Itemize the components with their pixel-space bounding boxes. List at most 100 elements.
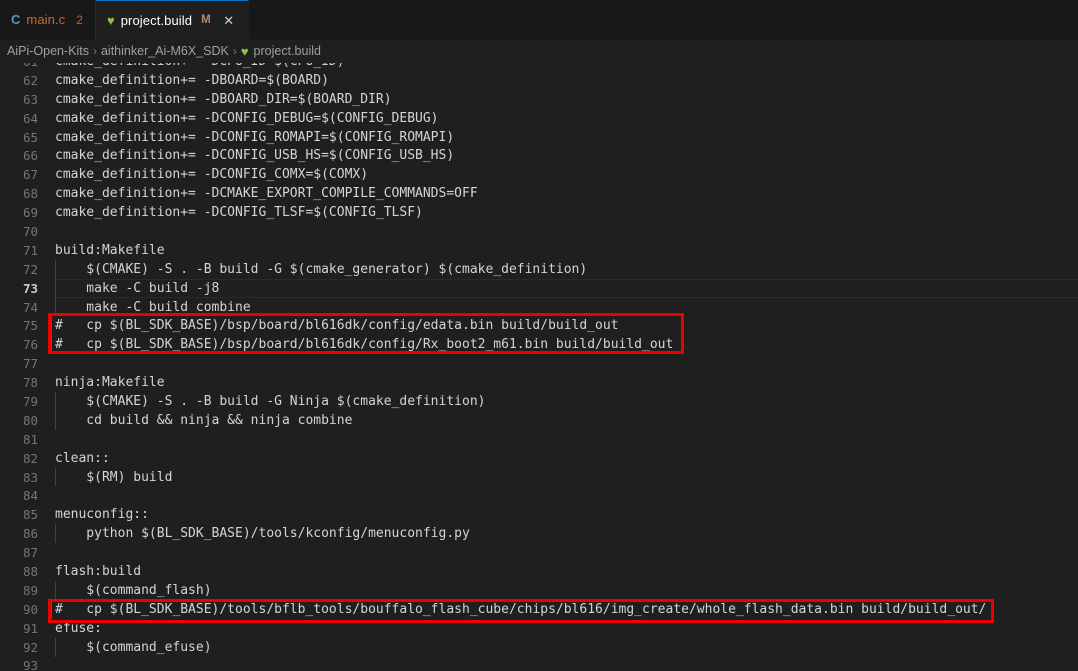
- code-text: $(command_efuse): [55, 639, 212, 655]
- code-line[interactable]: 78 ninja:Makefile: [0, 373, 1078, 392]
- line-number: 84: [22, 488, 38, 504]
- c-file-icon: C: [11, 12, 21, 27]
- code-line[interactable]: 63 cmake_definition+= -DBOARD_DIR=$(BOARD…: [0, 90, 1078, 109]
- line-number: 81: [22, 431, 38, 447]
- code-line[interactable]: 75 # cp $(BL_SDK_BASE)/bsp/board/bl616dk/…: [0, 316, 1078, 336]
- tab-main-c[interactable]: C main.c 2: [0, 0, 96, 39]
- code-line[interactable]: 84: [0, 486, 1078, 505]
- line-number: 87: [22, 545, 38, 561]
- code-line[interactable]: 73 make -C build -j8: [0, 278, 1078, 298]
- code-text: python $(BL_SDK_BASE)/tools/kconfig/menu…: [55, 526, 470, 542]
- line-number: 71: [22, 242, 38, 258]
- line-number: 63: [22, 91, 38, 107]
- code-line[interactable]: 71 build:Makefile: [0, 241, 1078, 260]
- code-line[interactable]: 82 clean::: [0, 449, 1078, 468]
- build-file-icon: ♥: [240, 43, 249, 59]
- code-line[interactable]: 61cmake_definition+= -DCPU_ID=$(CPU_ID): [0, 63, 1078, 71]
- line-number: 75: [22, 318, 38, 334]
- code-line[interactable]: 77: [0, 354, 1078, 373]
- line-number: 69: [22, 205, 38, 221]
- line-number: 88: [22, 563, 38, 579]
- code-line[interactable]: 79 $(CMAKE) -S . -B build -G Ninja $(cma…: [0, 392, 1078, 411]
- vscode-editor-window: C main.c 2 ♥ project.build M ✕ AiPi-Open…: [0, 0, 1078, 671]
- line-number: 79: [22, 393, 38, 409]
- line-number: 86: [22, 526, 38, 542]
- code-text: cmake_definition+= -DCONFIG_COMX=$(COMX): [55, 167, 369, 183]
- breadcrumb-item-root[interactable]: AiPi-Open-Kits: [4, 44, 92, 58]
- code-line[interactable]: 87: [0, 543, 1078, 562]
- line-number: 66: [22, 148, 38, 164]
- line-number: 68: [22, 186, 38, 202]
- code-line[interactable]: 83 $(RM) build: [0, 467, 1078, 487]
- close-icon[interactable]: ✕: [222, 14, 236, 27]
- line-number: 74: [22, 299, 38, 315]
- line-number: 72: [22, 261, 38, 277]
- code-line[interactable]: 64 cmake_definition+= -DCONFIG_DEBUG=$(CO…: [0, 109, 1078, 128]
- line-number: 61: [0, 63, 47, 69]
- code-text: flash:build: [55, 563, 142, 579]
- code-text: $(CMAKE) -S . -B build -G Ninja $(cmake_…: [55, 393, 486, 409]
- code-line[interactable]: 86 python $(BL_SDK_BASE)/tools/kconfig/m…: [0, 524, 1078, 544]
- code-line[interactable]: 90 # cp $(BL_SDK_BASE)/tools/bflb_tools/b…: [0, 599, 1078, 619]
- line-number: 89: [22, 582, 38, 598]
- line-number: 93: [22, 658, 38, 671]
- code-line[interactable]: 92 $(command_efuse): [0, 637, 1078, 657]
- tab-error-count-badge: 2: [76, 12, 83, 27]
- code-text: cd build && ninja && ninja combine: [55, 412, 353, 428]
- code-text: cmake_definition+= -DCONFIG_ROMAPI=$(CON…: [55, 129, 455, 145]
- code-line[interactable]: 68 cmake_definition+= -DCMAKE_EXPORT_COMP…: [0, 184, 1078, 203]
- tab-label: main.c: [26, 12, 66, 27]
- breadcrumb-item-folder[interactable]: aithinker_Ai-M6X_SDK: [98, 44, 232, 58]
- code-text: cmake_definition+= -DCONFIG_USB_HS=$(CON…: [55, 148, 455, 164]
- code-text: ninja:Makefile: [55, 375, 165, 391]
- code-text: cmake_definition+= -DCONFIG_DEBUG=$(CONF…: [55, 110, 439, 126]
- build-file-icon: ♥: [106, 12, 115, 28]
- code-line[interactable]: 89 $(command_flash): [0, 580, 1078, 600]
- code-line[interactable]: 88 flash:build: [0, 562, 1078, 581]
- code-text: $(RM) build: [55, 469, 173, 485]
- line-number: 73: [22, 280, 38, 296]
- line-number: 83: [22, 469, 38, 485]
- line-number: 70: [22, 223, 38, 239]
- code-line[interactable]: 74 make -C build combine: [0, 297, 1078, 317]
- line-number: 64: [22, 110, 38, 126]
- code-text: make -C build combine: [55, 299, 251, 315]
- code-line[interactable]: 91 efuse:: [0, 619, 1078, 638]
- code-editor[interactable]: 61cmake_definition+= -DCPU_ID=$(CPU_ID)6…: [0, 63, 1078, 671]
- code-text: # cp $(BL_SDK_BASE)/bsp/board/bl616dk/co…: [55, 337, 674, 353]
- code-text: # cp $(BL_SDK_BASE)/tools/bflb_tools/bou…: [55, 601, 987, 617]
- code-text: build:Makefile: [55, 242, 165, 258]
- code-line[interactable]: 81: [0, 430, 1078, 449]
- code-line[interactable]: 80 cd build && ninja && ninja combine: [0, 410, 1078, 430]
- line-number: 67: [22, 167, 38, 183]
- code-line[interactable]: 85 menuconfig::: [0, 505, 1078, 524]
- code-line[interactable]: 65 cmake_definition+= -DCONFIG_ROMAPI=$(C…: [0, 128, 1078, 147]
- code-line[interactable]: 62 cmake_definition+= -DBOARD=$(BOARD): [0, 71, 1078, 90]
- line-number: 82: [22, 450, 38, 466]
- code-line[interactable]: 69 cmake_definition+= -DCONFIG_TLSF=$(CON…: [0, 203, 1078, 222]
- tab-modified-indicator: M: [201, 14, 211, 26]
- code-text: cmake_definition+= -DBOARD=$(BOARD): [55, 72, 329, 88]
- code-text: clean::: [55, 450, 110, 466]
- code-line[interactable]: 93: [0, 657, 1078, 671]
- line-number: 76: [22, 337, 38, 353]
- line-number: 92: [22, 639, 38, 655]
- code-text: efuse:: [55, 620, 102, 636]
- code-line[interactable]: 66 cmake_definition+= -DCONFIG_USB_HS=$(C…: [0, 146, 1078, 165]
- tab-project-build[interactable]: ♥ project.build M ✕: [95, 0, 249, 39]
- breadcrumb-file-label: project.build: [253, 44, 321, 58]
- line-number: 91: [22, 620, 38, 636]
- line-number: 78: [22, 375, 38, 391]
- editor-tab-bar: C main.c 2 ♥ project.build M ✕: [0, 0, 1078, 40]
- code-text: menuconfig::: [55, 507, 149, 523]
- breadcrumb-item-file[interactable]: ♥ project.build: [238, 44, 324, 58]
- code-lines-container: 61cmake_definition+= -DCPU_ID=$(CPU_ID)6…: [0, 63, 1078, 671]
- code-text: cmake_definition+= -DBOARD_DIR=$(BOARD_D…: [55, 91, 392, 107]
- code-line[interactable]: 72 $(CMAKE) -S . -B build -G $(cmake_gen…: [0, 259, 1078, 279]
- line-number: 80: [22, 412, 38, 428]
- code-line[interactable]: 67 cmake_definition+= -DCONFIG_COMX=$(COM…: [0, 165, 1078, 184]
- code-text: $(command_flash): [55, 582, 212, 598]
- code-line[interactable]: 70: [0, 222, 1078, 241]
- code-text: cmake_definition+= -DCMAKE_EXPORT_COMPIL…: [55, 186, 478, 202]
- code-line[interactable]: 76 # cp $(BL_SDK_BASE)/bsp/board/bl616dk/…: [0, 335, 1078, 355]
